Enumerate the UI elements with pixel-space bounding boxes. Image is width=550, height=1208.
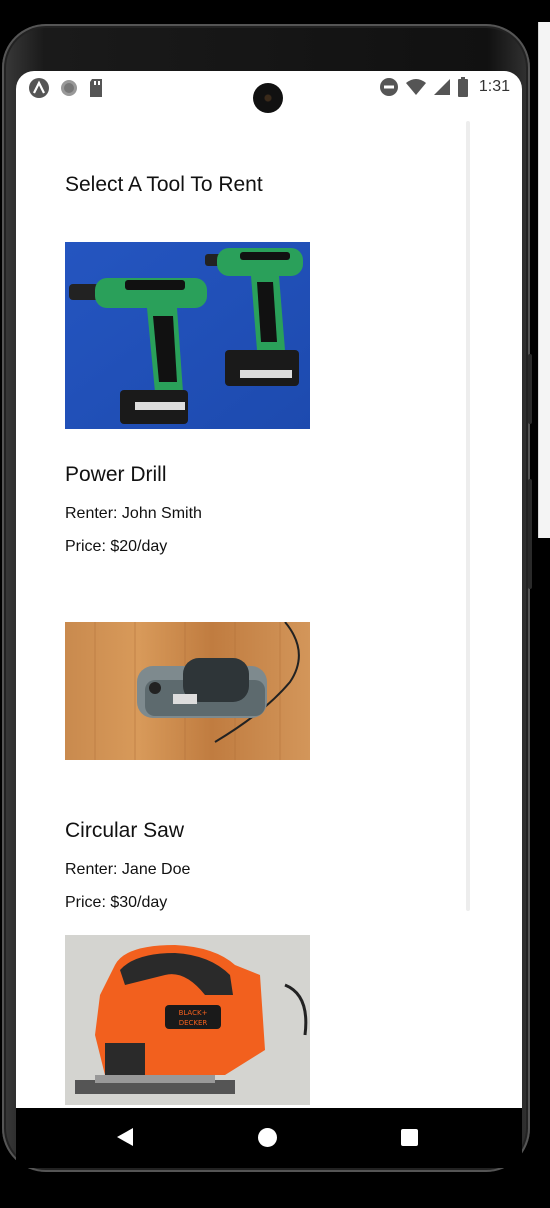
tool-renter: Renter: Jane Doe (65, 861, 191, 878)
tool-image-circular-saw[interactable] (65, 622, 310, 760)
tool-image-jigsaw[interactable]: BLACK+ DECKER (65, 935, 310, 1105)
recent-apps-icon[interactable] (401, 1129, 418, 1146)
phone-frame: 1:31 Select A Tool To Rent Power Drill R… (2, 24, 532, 1172)
app-a-icon (29, 78, 49, 98)
battery-icon (457, 77, 468, 97)
tool-name[interactable]: Circular Saw (65, 819, 184, 843)
navigation-bar (16, 1108, 522, 1168)
brand-logo-text: BLACK+ (179, 1009, 208, 1017)
scrollbar[interactable] (466, 121, 470, 911)
screen: 1:31 Select A Tool To Rent Power Drill R… (16, 71, 522, 1168)
page-title: Select A Tool To Rent (65, 173, 263, 196)
circle-icon (61, 80, 77, 96)
home-icon[interactable] (258, 1128, 277, 1147)
power-button (528, 354, 532, 424)
tool-renter: Renter: John Smith (65, 505, 202, 522)
status-bar: 1:31 (16, 71, 522, 113)
status-time: 1:31 (478, 78, 510, 95)
tool-image-power-drill[interactable] (65, 242, 310, 429)
do-not-disturb-icon (379, 78, 398, 96)
tool-name[interactable]: Power Drill (65, 463, 167, 487)
tool-price: Price: $20/day (65, 538, 168, 555)
svg-text:DECKER: DECKER (179, 1019, 208, 1027)
back-icon[interactable] (117, 1128, 133, 1146)
wifi-icon (405, 79, 426, 95)
volume-button (528, 479, 532, 589)
signal-icon (433, 79, 450, 95)
background-window-edge (538, 22, 550, 538)
sd-card-icon (90, 79, 102, 97)
tool-price: Price: $30/day (65, 894, 168, 911)
tool-list[interactable]: Select A Tool To Rent Power Drill Renter… (16, 107, 522, 1108)
